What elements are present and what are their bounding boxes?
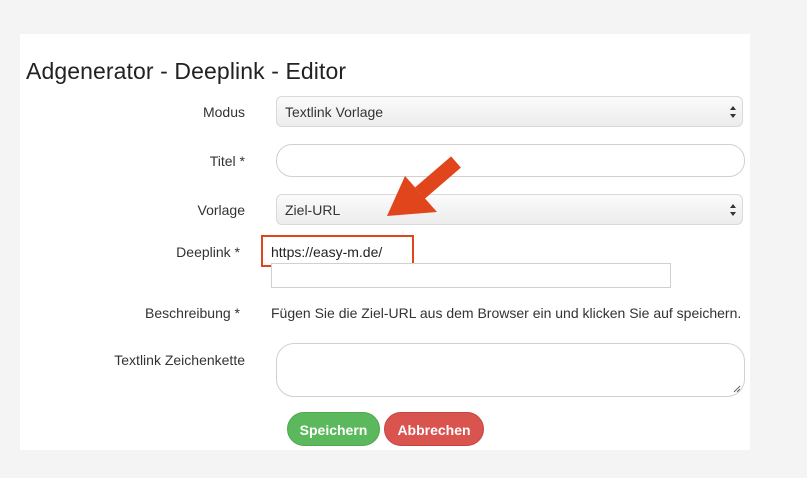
beschreibung-label: Beschreibung *: [145, 305, 240, 321]
save-button[interactable]: Speichern: [287, 412, 380, 446]
cancel-button[interactable]: Abbrechen: [384, 412, 484, 446]
modus-select[interactable]: Textlink Vorlage: [276, 96, 743, 127]
textlink-label: Textlink Zeichenkette: [114, 352, 245, 368]
modus-label: Modus: [202, 104, 245, 120]
vorlage-select-value: Ziel-URL: [285, 202, 341, 218]
vorlage-label: Vorlage: [197, 202, 245, 218]
chevron-up-down-icon: [730, 106, 736, 118]
titel-input[interactable]: [276, 144, 745, 177]
titel-label: Titel *: [209, 153, 245, 169]
beschreibung-text: Fügen Sie die Ziel-URL aus dem Browser e…: [271, 305, 742, 321]
deeplink-input[interactable]: [271, 263, 671, 288]
resize-handle-icon[interactable]: [733, 385, 741, 393]
chevron-up-down-icon: [730, 204, 736, 216]
textlink-textarea[interactable]: [276, 343, 745, 397]
deeplink-value[interactable]: https://easy-m.de/: [271, 244, 382, 260]
deeplink-label: Deeplink *: [176, 244, 240, 260]
page-title: Adgenerator - Deeplink - Editor: [26, 58, 347, 84]
vorlage-select[interactable]: Ziel-URL: [276, 194, 743, 225]
modus-select-value: Textlink Vorlage: [285, 104, 384, 120]
